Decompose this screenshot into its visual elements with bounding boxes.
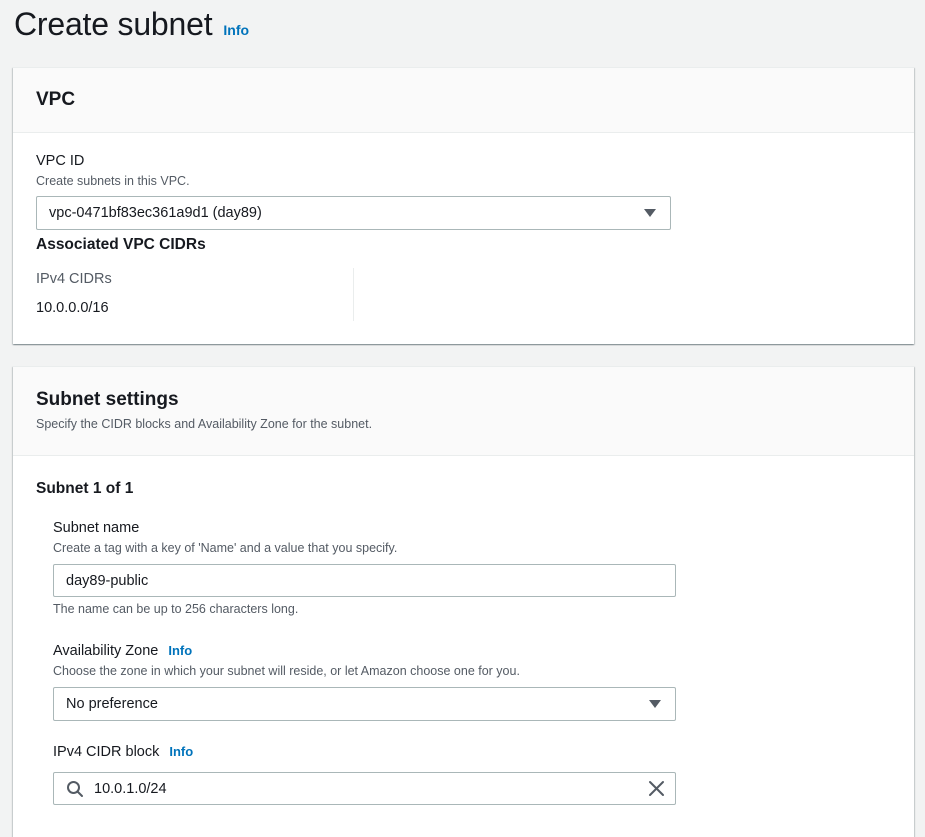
vpc-panel-header: VPC — [13, 68, 914, 133]
subnet-name-input[interactable]: day89-public — [53, 564, 676, 597]
page-header: Create subnet Info — [14, 6, 249, 43]
subnet-settings-header: Subnet settings Specify the CIDR blocks … — [13, 367, 914, 456]
availability-zone-label-row: Availability Zone Info — [53, 643, 192, 659]
vpc-id-selected-value: vpc-0471bf83ec361a9d1 (day89) — [49, 205, 262, 221]
availability-zone-label: Availability Zone — [53, 643, 159, 659]
vpc-id-select[interactable]: vpc-0471bf83ec361a9d1 (day89) — [36, 196, 671, 230]
subnet-name-constraint: The name can be up to 256 characters lon… — [53, 602, 299, 616]
vpc-id-description: Create subnets in this VPC. — [36, 174, 190, 188]
subnet-settings-description: Specify the CIDR blocks and Availability… — [36, 417, 373, 431]
vpc-id-label: VPC ID — [36, 153, 85, 169]
ipv4-cidrs-label: IPv4 CIDRs — [36, 271, 112, 287]
ipv4-cidr-info-link[interactable]: Info — [169, 744, 193, 759]
availability-zone-description: Choose the zone in which your subnet wil… — [53, 664, 520, 678]
ipv4-cidr-block-label: IPv4 CIDR block — [53, 744, 160, 760]
availability-zone-selected-value: No preference — [66, 696, 158, 712]
page-title: Create subnet — [14, 6, 213, 42]
close-icon[interactable] — [648, 780, 665, 797]
subnet-settings-panel: Subnet settings Specify the CIDR blocks … — [13, 366, 914, 837]
vpc-panel-title: VPC — [36, 89, 76, 110]
subnet-name-value: day89-public — [66, 572, 149, 589]
vpc-panel: VPC VPC ID Create subnets in this VPC. v… — [13, 67, 914, 344]
ipv4-cidr-input[interactable]: 10.0.1.0/24 — [53, 772, 676, 805]
subnet-settings-title: Subnet settings — [36, 389, 179, 410]
subnet-name-label: Subnet name — [53, 520, 140, 536]
subnet-count-heading: Subnet 1 of 1 — [36, 480, 134, 497]
search-icon — [66, 780, 84, 798]
availability-zone-info-link[interactable]: Info — [168, 643, 192, 658]
ipv4-cidr-label-row: IPv4 CIDR block Info — [53, 744, 193, 760]
page-info-link[interactable]: Info — [223, 22, 249, 38]
subnet-name-description: Create a tag with a key of 'Name' and a … — [53, 541, 398, 555]
associated-cidrs-title: Associated VPC CIDRs — [36, 236, 206, 253]
ipv4-cidrs-value: 10.0.0.0/16 — [36, 300, 109, 316]
availability-zone-select[interactable]: No preference — [53, 687, 676, 721]
column-divider — [353, 268, 354, 321]
caret-down-icon — [649, 700, 661, 708]
ipv4-cidr-value: 10.0.1.0/24 — [94, 780, 167, 797]
caret-down-icon — [644, 209, 656, 217]
